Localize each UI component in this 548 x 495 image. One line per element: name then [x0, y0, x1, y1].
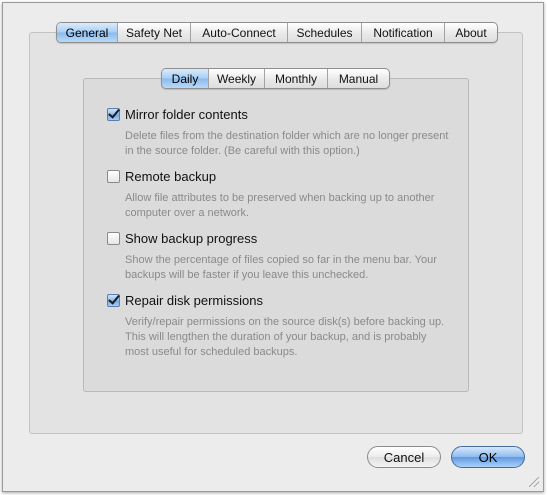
tab-about[interactable]: About	[445, 23, 497, 42]
tab-schedules[interactable]: Schedules	[288, 23, 362, 42]
show-backup-progress-description: Show the percentage of files copied so f…	[125, 254, 437, 281]
tab-manual[interactable]: Manual	[328, 69, 389, 88]
remote-backup-label[interactable]: Remote backup	[125, 169, 216, 184]
tab-monthly[interactable]: Monthly	[265, 69, 328, 88]
cancel-button[interactable]: Cancel	[367, 446, 441, 468]
resize-grip-icon[interactable]	[529, 477, 539, 487]
option-show-backup-progress: Show backup progress Show the percentage…	[107, 229, 452, 283]
ok-button[interactable]: OK	[451, 446, 525, 468]
mirror-folder-contents-label[interactable]: Mirror folder contents	[125, 107, 248, 122]
tab-weekly[interactable]: Weekly	[209, 69, 265, 88]
repair-disk-permissions-label[interactable]: Repair disk permissions	[125, 293, 263, 308]
remote-backup-description: Allow file attributes to be preserved wh…	[125, 192, 435, 219]
repair-disk-permissions-description: Verify/repair permissions on the source …	[125, 316, 445, 358]
tab-safety-net[interactable]: Safety Net	[118, 23, 191, 42]
tab-daily[interactable]: Daily	[162, 69, 209, 88]
show-backup-progress-label[interactable]: Show backup progress	[125, 231, 257, 246]
show-backup-progress-checkbox[interactable]	[107, 231, 120, 245]
tab-auto-connect[interactable]: Auto-Connect	[191, 23, 288, 42]
mirror-folder-contents-checkbox[interactable]	[107, 107, 120, 121]
schedule-tab-bar: Daily Weekly Monthly Manual	[161, 68, 390, 89]
option-mirror-folder-contents: Mirror folder contents Delete files from…	[107, 105, 452, 159]
option-repair-disk-permissions: Repair disk permissions Verify/repair pe…	[107, 291, 452, 360]
mirror-folder-contents-description: Delete files from the destination folder…	[125, 130, 449, 157]
remote-backup-checkbox[interactable]	[107, 169, 120, 183]
tab-notification[interactable]: Notification	[362, 23, 445, 42]
tab-general[interactable]: General	[57, 23, 118, 42]
repair-disk-permissions-checkbox[interactable]	[107, 293, 120, 307]
option-remote-backup: Remote backup Allow file attributes to b…	[107, 167, 452, 221]
main-tab-bar: General Safety Net Auto-Connect Schedule…	[56, 22, 498, 43]
preferences-window: General Safety Net Auto-Connect Schedule…	[2, 2, 544, 492]
